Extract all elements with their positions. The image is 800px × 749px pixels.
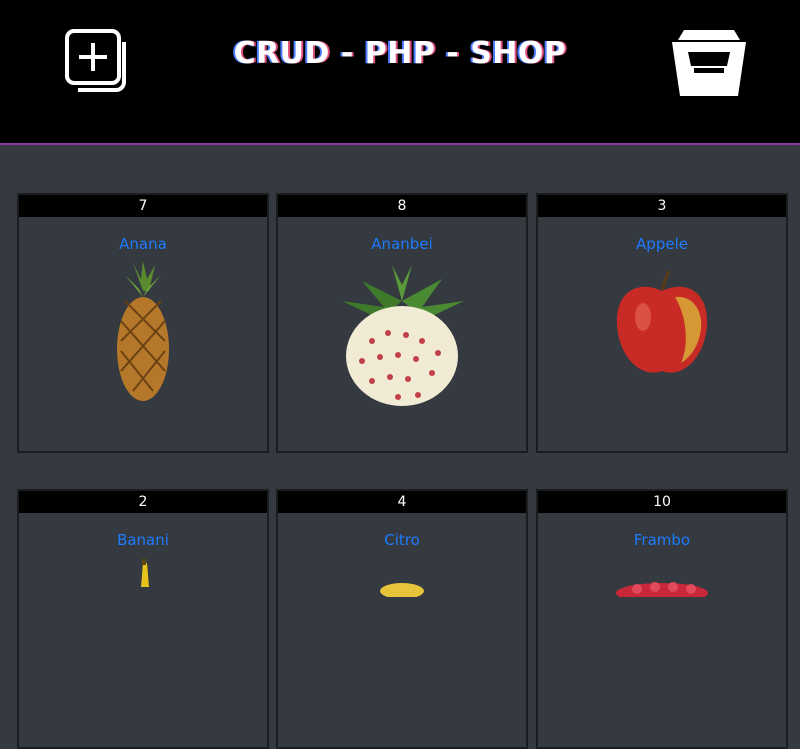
lemon-icon (380, 583, 424, 597)
product-name-link[interactable]: Ananbei (278, 235, 526, 253)
product-quantity: 3 (538, 195, 786, 217)
product-image (278, 261, 526, 411)
product-card: 3 Appele (536, 193, 788, 453)
pineapple-icon (117, 261, 169, 401)
product-card: 2 Banani (17, 489, 269, 749)
pineberry-icon (342, 265, 464, 406)
product-card: 10 Frambo (536, 489, 788, 749)
product-name-link[interactable]: Appele (538, 235, 786, 253)
product-name-link[interactable]: Anana (19, 235, 267, 253)
product-image (19, 261, 267, 411)
product-quantity: 7 (19, 195, 267, 217)
product-image (278, 557, 526, 707)
product-name-link[interactable]: Banani (19, 531, 267, 549)
banana-icon (141, 559, 149, 587)
product-image (19, 557, 267, 707)
product-quantity: 10 (538, 491, 786, 513)
product-name-link[interactable]: Citro (278, 531, 526, 549)
product-quantity: 2 (19, 491, 267, 513)
raspberry-icon (616, 582, 708, 597)
product-card: 4 Citro (276, 489, 528, 749)
header: CRUD - PHP - SHOP (0, 0, 800, 145)
shopping-cart-icon (672, 30, 746, 96)
cart-button[interactable] (664, 22, 754, 104)
product-quantity: 4 (278, 491, 526, 513)
apple-icon (616, 270, 708, 373)
product-card: 7 Anana (17, 193, 269, 453)
product-name-link[interactable]: Frambo (538, 531, 786, 549)
product-image (538, 261, 786, 411)
product-card: 8 Ananbei (276, 193, 528, 453)
product-quantity: 8 (278, 195, 526, 217)
product-image (538, 557, 786, 707)
